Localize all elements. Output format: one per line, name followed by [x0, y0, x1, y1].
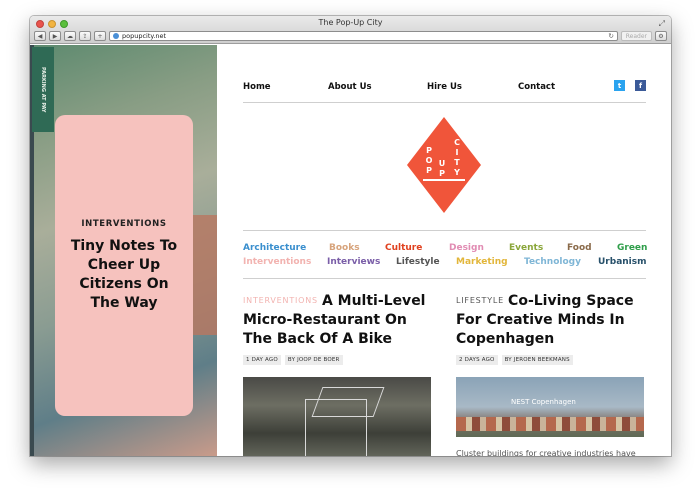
nav-contact[interactable]: Contact	[518, 82, 555, 92]
reader-button[interactable]: Reader	[620, 31, 652, 41]
fullscreen-icon[interactable]: ⤢	[659, 19, 665, 29]
post-author[interactable]: BY JEROEN BEEKMANS	[501, 355, 573, 365]
share-icon[interactable]: ⇪	[79, 31, 91, 41]
category-technology[interactable]: Technology	[524, 257, 581, 267]
post-author[interactable]: BY JOOP DE BOER	[284, 355, 343, 365]
title-bar: The Pop-Up City ⤢ ◀ ▶ ☁ ⇪ + popupcity.ne…	[30, 16, 671, 44]
logo-letter: U	[439, 159, 446, 168]
logo-letter: I	[456, 148, 459, 157]
category-books[interactable]: Books	[329, 243, 360, 253]
logo-letter: T	[454, 158, 460, 167]
browser-toolbar: ◀ ▶ ☁ ⇪ + popupcity.net ↻ Reader ⚙	[34, 30, 667, 42]
category-interviews[interactable]: Interviews	[327, 257, 380, 267]
category-marketing[interactable]: Marketing	[456, 257, 508, 267]
post-category[interactable]: INTERVENTIONS	[243, 296, 318, 305]
address-url[interactable]: popupcity.net	[122, 32, 605, 40]
logo-letter: P	[426, 146, 432, 155]
post-meta: 1 DAY AGO BY JOOP DE BOER	[243, 355, 431, 365]
category-events[interactable]: Events	[509, 243, 543, 253]
post-thumbnail[interactable]: NEST Copenhagen	[456, 377, 644, 437]
post-meta: 2 DAYS AGO BY JEROEN BEEKMANS	[456, 355, 644, 365]
browser-window: The Pop-Up City ⤢ ◀ ▶ ☁ ⇪ + popupcity.ne…	[30, 16, 671, 456]
post-time: 2 DAYS AGO	[456, 355, 498, 365]
category-lifestyle[interactable]: Lifestyle	[396, 257, 440, 267]
site-main: Home About Us Hire Us Contact t f P O P …	[243, 45, 647, 456]
post-list: INTERVENTIONS A Multi-Level Micro-Restaur…	[243, 279, 646, 456]
featured-post-card[interactable]: INTERVENTIONS Tiny Notes To Cheer Up Cit…	[55, 115, 193, 416]
category-nav: Architecture Books Culture Design Events…	[243, 231, 647, 279]
post-thumbnail[interactable]	[243, 377, 431, 456]
facebook-icon[interactable]: f	[635, 80, 646, 91]
featured-post-title[interactable]: Tiny Notes To Cheer Up Citizens On The W…	[67, 237, 181, 313]
logo-letter: C	[454, 138, 460, 147]
site-logo-area: P O P U P C I T Y	[243, 103, 646, 231]
post-card[interactable]: INTERVENTIONS A Multi-Level Micro-Restaur…	[243, 291, 431, 456]
address-bar[interactable]: popupcity.net ↻	[109, 31, 618, 41]
page-content: PARKING AT PAY INTERVENTIONS Tiny Notes …	[30, 45, 671, 456]
category-architecture[interactable]: Architecture	[243, 243, 306, 253]
post-card[interactable]: LIFESTYLE Co-Living Space For Creative Mi…	[456, 291, 644, 456]
logo-letter: P	[426, 166, 432, 175]
pop-up-city-logo[interactable]: P O P U P C I T Y	[407, 117, 481, 213]
social-links: t f	[614, 80, 646, 91]
category-culture[interactable]: Culture	[385, 243, 422, 253]
category-food[interactable]: Food	[567, 243, 592, 253]
main-nav: Home About Us Hire Us Contact t f	[243, 45, 646, 103]
twitter-icon[interactable]: t	[614, 80, 625, 91]
bike-restaurant-frame	[305, 399, 367, 456]
forward-button[interactable]: ▶	[49, 31, 61, 41]
post-title[interactable]: INTERVENTIONS A Multi-Level Micro-Restaur…	[243, 291, 431, 349]
post-excerpt: Cluster buildings for creative industrie…	[456, 449, 636, 456]
thumbnail-label: NEST Copenhagen	[511, 398, 576, 406]
window-title: The Pop-Up City	[318, 18, 383, 27]
post-category[interactable]: LIFESTYLE	[456, 296, 504, 305]
post-time: 1 DAY AGO	[243, 355, 281, 365]
nav-home[interactable]: Home	[243, 82, 271, 92]
parking-sign: PARKING AT PAY	[32, 47, 54, 132]
add-bookmark-button[interactable]: +	[94, 31, 106, 41]
category-interventions[interactable]: Interventions	[243, 257, 311, 267]
icloud-icon[interactable]: ☁	[64, 31, 76, 41]
nav-hire-us[interactable]: Hire Us	[427, 82, 462, 92]
featured-post-category[interactable]: INTERVENTIONS	[81, 219, 166, 229]
reload-icon[interactable]: ↻	[608, 32, 613, 40]
logo-letter: O	[426, 156, 433, 165]
nav-about-us[interactable]: About Us	[328, 82, 372, 92]
logo-letter: Y	[453, 168, 460, 177]
settings-icon[interactable]: ⚙	[655, 31, 667, 41]
category-design[interactable]: Design	[449, 243, 484, 253]
category-green[interactable]: Green	[617, 243, 647, 253]
globe-icon	[113, 33, 119, 39]
copenhagen-houses	[456, 417, 644, 431]
back-button[interactable]: ◀	[34, 31, 46, 41]
logo-letter: P	[439, 169, 445, 178]
post-title[interactable]: LIFESTYLE Co-Living Space For Creative Mi…	[456, 291, 644, 349]
logo-underline	[423, 179, 465, 181]
category-urbanism[interactable]: Urbanism	[598, 257, 647, 267]
